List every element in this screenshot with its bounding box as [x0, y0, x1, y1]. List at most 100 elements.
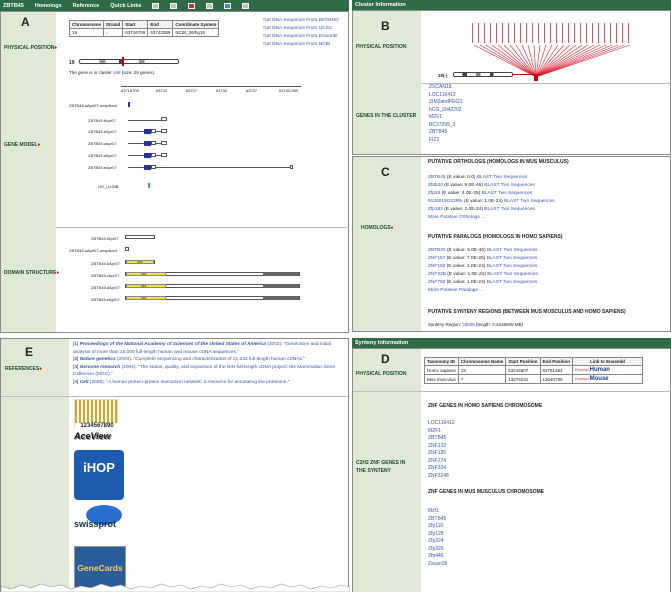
barcode-logo[interactable]: 1234567890	[74, 399, 119, 429]
hs-gene-link[interactable]: ZBTB45	[428, 435, 455, 443]
link-biosino[interactable]: Get DNA Sequence From BIOSINO	[263, 17, 339, 25]
cluster-gene-link[interactable]: ZIM2andPEG3	[429, 99, 462, 107]
paralog-link[interactable]: ZBTB20	[428, 248, 446, 253]
track-label: ZBTB45.fApr07	[88, 118, 116, 123]
blast-link[interactable]: BLAST Two Sequences	[484, 207, 535, 212]
blast-link[interactable]: BLAST Two Sequences	[504, 199, 555, 204]
domain-bar	[125, 247, 129, 251]
cluster-link[interactable]: 166	[113, 70, 121, 75]
mm-gene-link[interactable]: Zscan18	[428, 561, 447, 569]
mm-gene-link[interactable]: Zfp446	[428, 553, 447, 561]
paralog-link[interactable]: ZNF157	[428, 256, 445, 261]
ortholog-link[interactable]: Zbtb20	[428, 183, 443, 188]
nav-homologs[interactable]: Homologs	[35, 3, 62, 9]
panel-b-letter: B	[381, 19, 390, 33]
more-paralogs-link[interactable]: More Putative Paralogs ...	[428, 287, 538, 295]
cluster-gene-link[interactable]: hCG_2042202	[429, 107, 462, 115]
paralog-link[interactable]: ZNF182	[428, 264, 445, 269]
cluster-gene-list: ZSCAN18 LOC116412 ZIM2andPEG3 hCG_204220…	[429, 84, 462, 144]
link-ncbi[interactable]: Get DNA Sequence From NCBI	[263, 41, 339, 49]
scale-tick-1: 63716709	[121, 88, 139, 93]
hs-gene-link[interactable]: ZNF132	[428, 443, 455, 451]
swissprot-logo[interactable]: swissprot	[74, 505, 134, 541]
ortholog-link[interactable]: Zfp182	[428, 207, 443, 212]
section-divider	[353, 391, 671, 392]
cluster-chrom-label: 19(-)	[438, 73, 448, 78]
journal-link[interactable]: Proceedings of the National Academy of S…	[80, 342, 266, 347]
blast-link[interactable]: BLAST Two Sequences	[487, 256, 538, 261]
paralog-link[interactable]: ZNF782	[428, 280, 445, 285]
panel-cluster: B PHYSICAL POSITION 19(-) GENES IN THE C…	[352, 10, 671, 155]
tool-icon-3[interactable]	[188, 2, 196, 9]
panel-synteny: D PHYSICAL POSITION Taxonomy ID Chromosom…	[352, 348, 671, 592]
hs-gene-link[interactable]: MZF1	[428, 428, 455, 436]
paper-link[interactable]: (2004). "Complete sequencing and charact…	[117, 357, 305, 362]
tool-icon-5[interactable]	[224, 2, 232, 9]
domain-zf: ZF8	[126, 272, 166, 276]
synteny-region-text: Synteny Region: 33025 (length: 0.4636605…	[428, 322, 524, 327]
domain-zf: ZF8	[126, 296, 166, 300]
ensembl-mouse-link[interactable]: Ensembl Mouse	[572, 374, 644, 384]
hs-gene-link[interactable]: ZNF274	[428, 458, 455, 466]
track-exon	[161, 141, 167, 145]
cluster-ideogram	[453, 72, 513, 77]
reference-item: [3] Genome research (2004). "The status,…	[73, 364, 336, 378]
domain-zf: ZF8	[126, 284, 166, 288]
ortholog-link[interactable]: 9130019O22Rik	[428, 199, 463, 204]
cluster-text: The gene is in cluster 166 (size: 29 gen…	[69, 70, 156, 75]
nav-reference[interactable]: Reference	[73, 3, 100, 9]
synteny-region-link[interactable]: 33025	[462, 322, 475, 327]
ensembl-human-link[interactable]: Ensembl Human	[572, 365, 644, 375]
scale-axis	[121, 86, 301, 87]
paralog-row: ZNF782 (E value: 1.0E-24) BLAST Two Sequ…	[428, 280, 538, 285]
domain-structure-label: DOMAIN STRUCTURE♦	[4, 270, 60, 276]
hs-gene-link[interactable]: ZNF3248	[428, 473, 455, 481]
domain-track-label: ZBTB45.bApr07	[91, 261, 120, 266]
ortholog-link[interactable]: ZBTB45	[428, 175, 446, 180]
aceview-logo[interactable]: AceView	[74, 431, 134, 441]
cluster-gene-link[interactable]: LOC116412	[429, 92, 462, 100]
mm-gene-link[interactable]: Zfp324	[428, 538, 447, 546]
cluster-gene-link[interactable]: ZSCAN18	[429, 84, 462, 92]
blast-link[interactable]: BLAST Two Sequences	[487, 280, 538, 285]
cluster-gene-link[interactable]: BC37295_3	[429, 122, 462, 130]
blast-link[interactable]: BLAST Two Sequences	[487, 264, 538, 269]
blast-link[interactable]: BLAST Two Sequences	[487, 248, 538, 253]
track-exon	[151, 129, 156, 133]
physical-position-label: PHYSICAL POSITION♦	[4, 45, 58, 51]
journal-link[interactable]: Nature genetics	[80, 357, 116, 362]
paralog-link[interactable]: ZNF33B	[428, 272, 446, 277]
paper-link[interactable]: (2005). "A human protein-protein interac…	[90, 380, 290, 385]
tool-icon-4[interactable]	[206, 2, 214, 9]
mm-gene-link[interactable]: Zfp128	[428, 531, 447, 539]
nav-quick-links[interactable]: Quick Links	[110, 3, 141, 9]
ortholog-link[interactable]: Zfp28	[428, 191, 440, 196]
hs-gene-link[interactable]: ZNF135	[428, 450, 455, 458]
cluster-gene-link[interactable]: ZBTB45	[429, 129, 462, 137]
blast-link[interactable]: BLAST Two Sequences	[482, 191, 533, 196]
cluster-gene-link[interactable]: FIZ1	[429, 137, 462, 145]
track-label: ZBTB45.bApr07	[88, 129, 117, 134]
mm-gene-link[interactable]: Zfp329	[428, 546, 447, 554]
journal-link[interactable]: Genome research	[80, 365, 121, 370]
blast-link[interactable]: BLAST Two Sequences	[484, 183, 535, 188]
mm-gene-link[interactable]: Mzf1	[428, 508, 447, 516]
ortholog-row: Zbtb20 (E value: 9.0E-46) BLAST Two Sequ…	[428, 183, 535, 188]
track-exon	[151, 153, 156, 157]
mm-gene-link[interactable]: Zfp110	[428, 523, 447, 531]
tool-icon-2[interactable]	[170, 2, 178, 9]
cluster-gene-link[interactable]: MZF1	[429, 114, 462, 122]
more-orthologs-link[interactable]: More Putative Orthologs ...	[428, 214, 555, 222]
probe-mark	[148, 183, 150, 188]
tool-icon-6[interactable]	[242, 2, 250, 9]
hs-gene-link[interactable]: LOC116412	[428, 420, 455, 428]
ihop-logo[interactable]: iHOP	[74, 450, 124, 500]
link-ensembl[interactable]: Get DNA Sequence From Ensembl	[263, 33, 339, 41]
journal-link[interactable]: Cell	[80, 380, 89, 385]
hs-gene-link[interactable]: ZNF324	[428, 465, 455, 473]
tool-icon-1[interactable]	[152, 2, 160, 9]
blast-link[interactable]: BLAST Two Sequences	[477, 175, 528, 180]
mm-gene-link[interactable]: ZBTB45	[428, 516, 447, 524]
blast-link[interactable]: BLAST Two Sequences	[487, 272, 538, 277]
link-ucsc[interactable]: Get DNA Sequence From UCSC	[263, 25, 339, 33]
